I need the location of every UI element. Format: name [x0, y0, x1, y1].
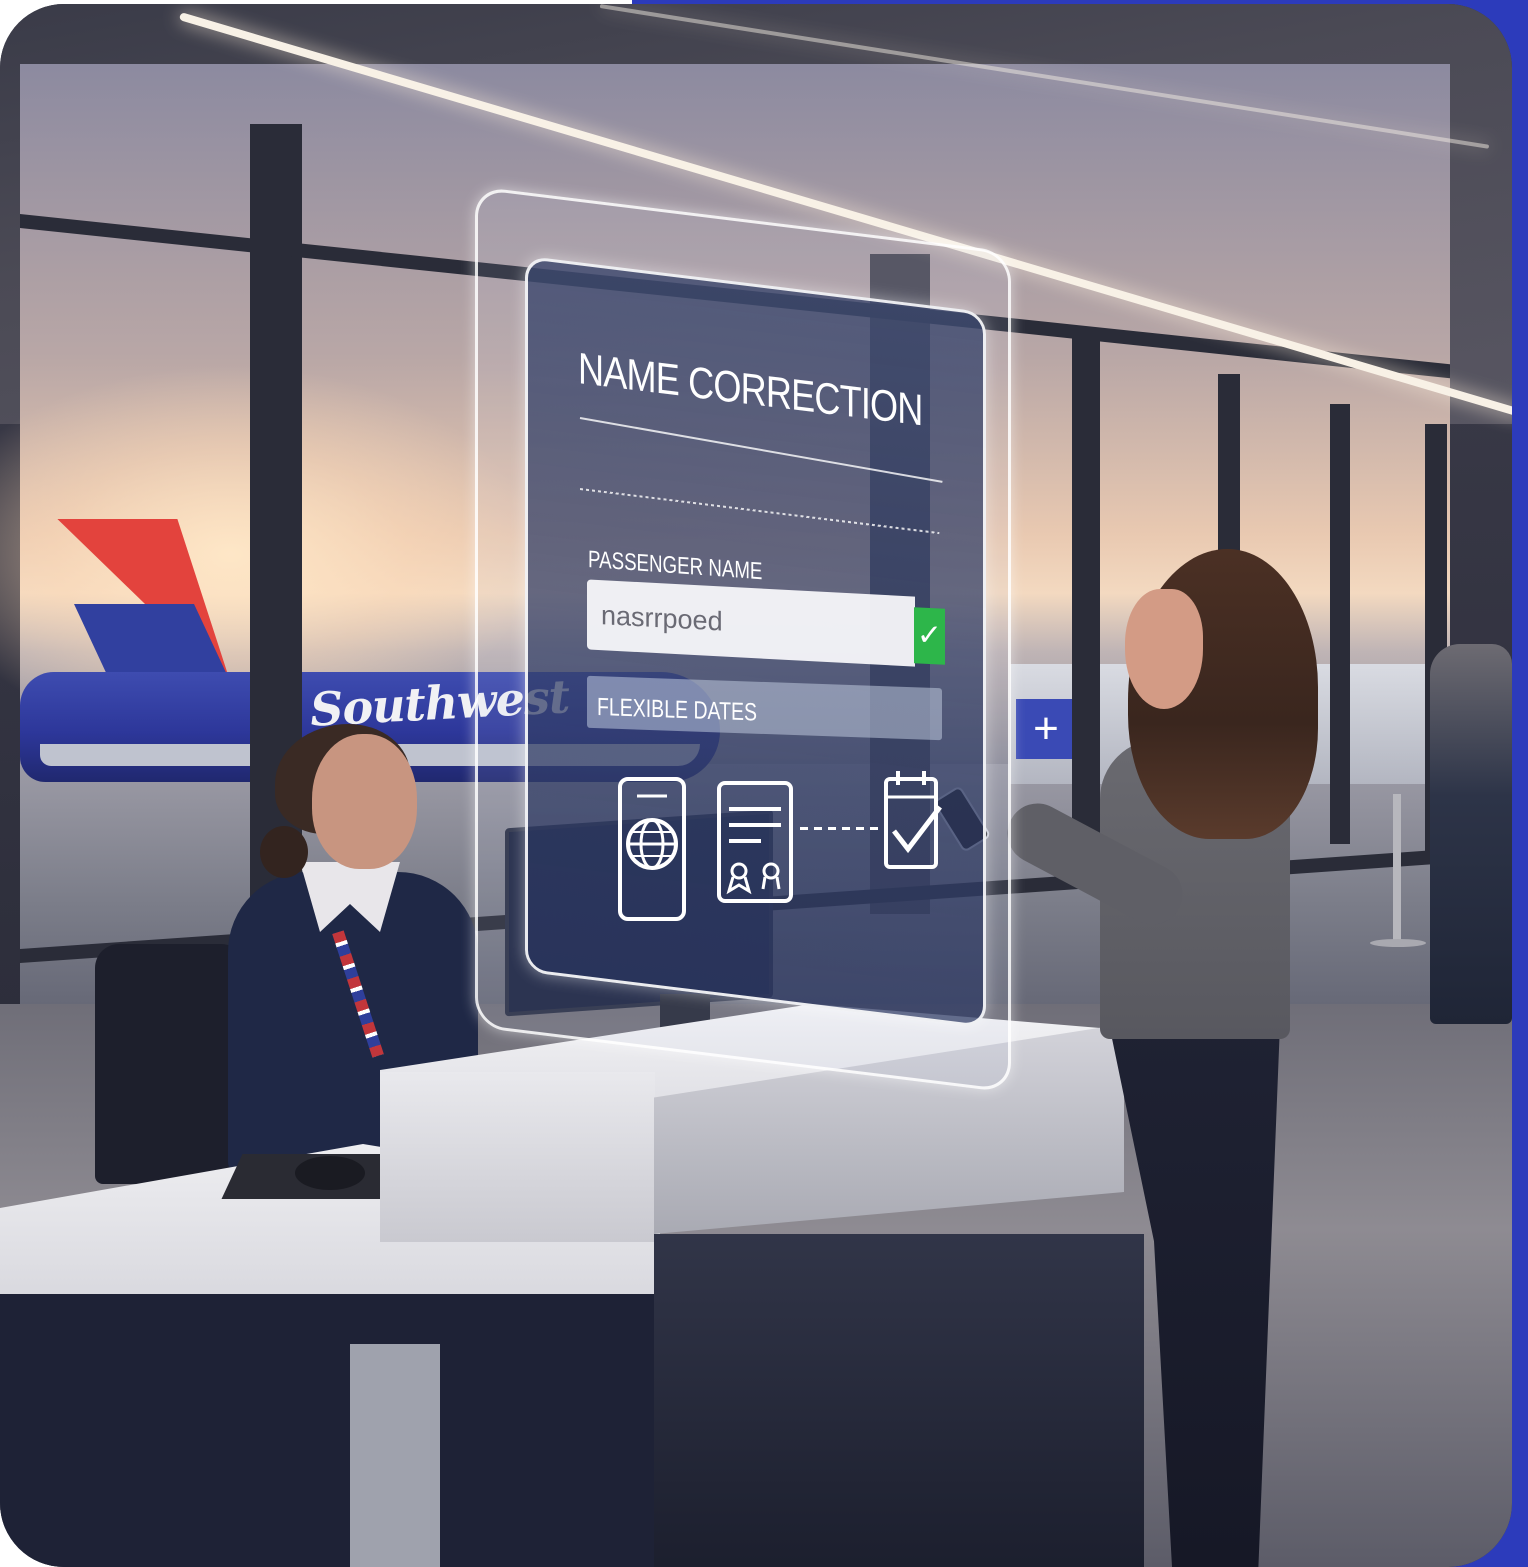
valid-check-icon: ✓	[914, 607, 945, 665]
airport-photo: Southwest + NAME CORRECTION PASSENGER NA…	[0, 4, 1512, 1567]
agent-chair	[95, 944, 245, 1184]
connector-dots	[800, 827, 878, 830]
background-traveler	[1430, 644, 1512, 1024]
agent-hair-bun	[260, 826, 308, 878]
window-frame	[1072, 334, 1100, 854]
desk-front	[0, 1294, 660, 1567]
window-frame	[1330, 404, 1350, 844]
agent-face	[312, 734, 417, 869]
desk-leg	[350, 1344, 440, 1567]
flexible-dates-label: FLEXIBLE DATES	[597, 693, 758, 727]
certificate-document-icon	[717, 781, 793, 903]
computer-mouse	[295, 1156, 365, 1190]
counter-base	[654, 1234, 1144, 1567]
queue-stanchion	[1393, 794, 1401, 944]
plus-sign-icon: +	[1016, 699, 1076, 759]
passport-globe-icon	[618, 777, 686, 921]
calendar-check-icon	[884, 771, 942, 869]
customer-face	[1125, 589, 1203, 709]
counter-front	[380, 1072, 655, 1242]
queue-stanchion-base	[1370, 939, 1426, 947]
